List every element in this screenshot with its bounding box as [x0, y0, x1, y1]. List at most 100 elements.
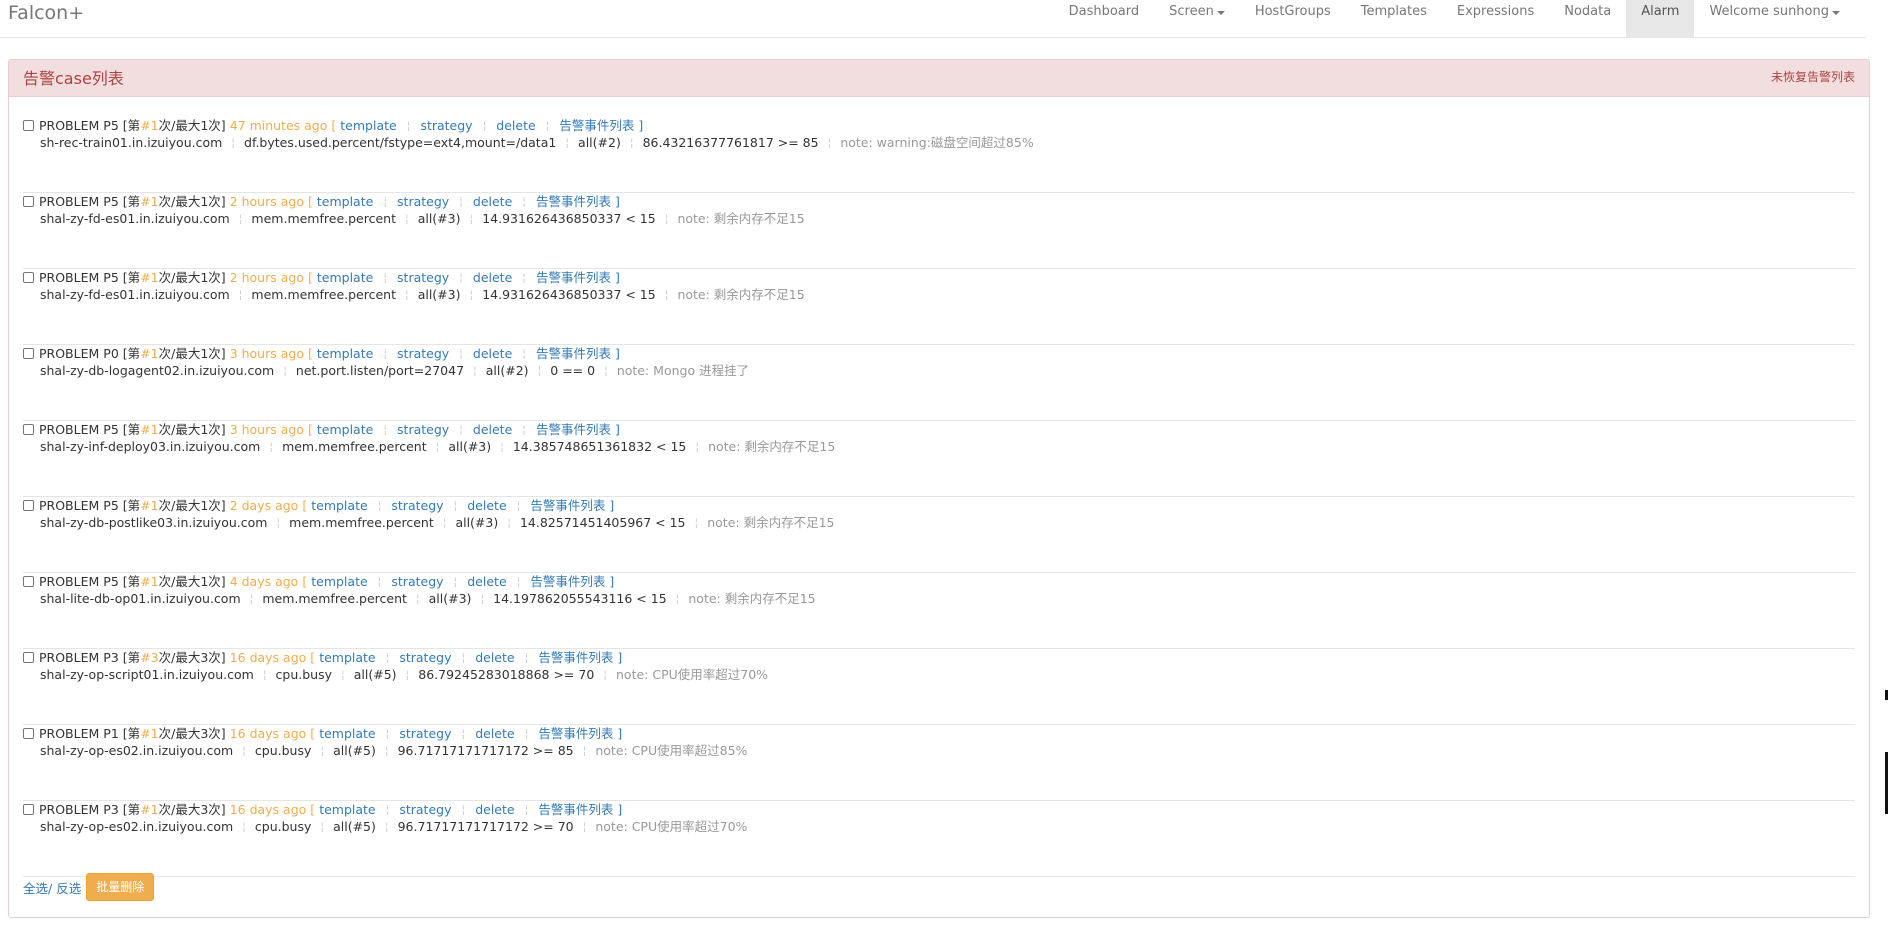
- alarm-condition: 14.931626436850337 < 15: [482, 287, 656, 302]
- select-all-link[interactable]: 全选/: [23, 878, 52, 897]
- strategy-link[interactable]: strategy: [397, 269, 449, 286]
- alarm-checkbox[interactable]: [23, 424, 34, 435]
- strategy-link[interactable]: strategy: [399, 649, 451, 666]
- delete-link[interactable]: delete: [473, 421, 512, 438]
- template-link[interactable]: template: [317, 193, 373, 210]
- separator: ¦: [377, 499, 382, 512]
- alarm-checkbox[interactable]: [23, 196, 34, 207]
- delete-link[interactable]: delete: [473, 269, 512, 286]
- count-suffix: 次]: [208, 802, 226, 817]
- template-link[interactable]: template: [311, 497, 367, 514]
- separator: ¦: [524, 727, 529, 740]
- strategy-link[interactable]: strategy: [420, 117, 472, 134]
- alarm-time: 2 hours ago: [229, 270, 304, 285]
- alarm-detail-line: shal-zy-fd-es01.in.izuiyou.com ¦ mem.mem…: [40, 210, 805, 227]
- separator: ¦: [516, 575, 521, 588]
- alarm-checkbox[interactable]: [23, 120, 34, 131]
- template-link[interactable]: template: [319, 801, 375, 818]
- delete-link[interactable]: delete: [473, 193, 512, 210]
- alarm-checkbox[interactable]: [23, 348, 34, 359]
- separator: ¦: [482, 119, 487, 132]
- alarm-current-count: #1: [140, 574, 159, 589]
- nav-user-dropdown[interactable]: Welcome sunhong: [1694, 0, 1866, 38]
- alarm-note: note: 剩余内存不足15: [677, 287, 805, 302]
- delete-link[interactable]: delete: [496, 117, 535, 134]
- delete-link[interactable]: delete: [475, 725, 514, 742]
- alarm-checkbox[interactable]: [23, 576, 34, 587]
- strategy-link[interactable]: strategy: [397, 421, 449, 438]
- template-link[interactable]: template: [319, 725, 375, 742]
- alarm-function: all(#3): [448, 439, 492, 454]
- alarm-detail-line: shal-zy-op-es02.in.izuiyou.com ¦ cpu.bus…: [40, 818, 747, 835]
- alarm-events-link[interactable]: 告警事件列表: [538, 801, 613, 818]
- separator: ¦: [384, 744, 389, 757]
- alarm-checkbox[interactable]: [23, 500, 34, 511]
- delete-link[interactable]: delete: [467, 573, 506, 590]
- nav-dashboard[interactable]: Dashboard: [1054, 0, 1155, 38]
- nav-alarm[interactable]: Alarm: [1626, 0, 1695, 38]
- strategy-link[interactable]: strategy: [391, 497, 443, 514]
- alarm-events-link[interactable]: 告警事件列表: [559, 117, 634, 134]
- alarm-events-link[interactable]: 告警事件列表: [536, 269, 611, 286]
- caret-down-icon: [1832, 11, 1840, 15]
- alarm-events-link[interactable]: 告警事件列表: [536, 421, 611, 438]
- strategy-link[interactable]: strategy: [397, 193, 449, 210]
- separator: ¦: [283, 364, 287, 377]
- count-mid: 次/最大: [158, 498, 201, 513]
- alarm-events-link[interactable]: 告警事件列表: [530, 573, 605, 590]
- nav-screen-dropdown[interactable]: Screen: [1154, 0, 1240, 38]
- template-link[interactable]: template: [340, 117, 396, 134]
- strategy-link[interactable]: strategy: [399, 725, 451, 742]
- invert-selection-link[interactable]: 反选: [56, 878, 81, 897]
- alarm-events-link[interactable]: 告警事件列表: [538, 725, 613, 742]
- batch-delete-button[interactable]: 批量删除: [86, 873, 155, 901]
- alarm-checkbox[interactable]: [23, 804, 34, 815]
- alarm-max-count: 1: [200, 194, 209, 209]
- alarm-checkbox[interactable]: [23, 652, 34, 663]
- bracket-open: [: [302, 498, 308, 513]
- strategy-link[interactable]: strategy: [397, 345, 449, 362]
- nav-expressions[interactable]: Expressions: [1442, 0, 1549, 38]
- alarm-checkbox[interactable]: [23, 272, 34, 283]
- template-link[interactable]: template: [317, 421, 373, 438]
- alarm-condition: 96.71717171717172 >= 85: [397, 743, 574, 758]
- alarm-events-link[interactable]: 告警事件列表: [530, 497, 605, 514]
- alarm-priority: P5: [103, 194, 119, 209]
- alarm-time: 4 days ago: [229, 574, 299, 589]
- alarm-max-count: 1: [200, 270, 209, 285]
- alarm-events-link[interactable]: 告警事件列表: [538, 649, 613, 666]
- alarm-time: 2 hours ago: [229, 194, 304, 209]
- separator: ¦: [453, 575, 458, 588]
- nav-nodata[interactable]: Nodata: [1549, 0, 1626, 38]
- delete-link[interactable]: delete: [475, 801, 514, 818]
- alarm-events-link[interactable]: 告警事件列表: [536, 345, 611, 362]
- alarm-time: 16 days ago: [229, 726, 307, 741]
- template-link[interactable]: template: [317, 345, 373, 362]
- delete-link[interactable]: delete: [475, 649, 514, 666]
- alarm-events-link[interactable]: 告警事件列表: [536, 193, 611, 210]
- count-prefix: [第: [122, 118, 141, 133]
- alarm-checkbox[interactable]: [23, 728, 34, 739]
- delete-link[interactable]: delete: [467, 497, 506, 514]
- strategy-link[interactable]: strategy: [391, 573, 443, 590]
- count-suffix: 次]: [208, 194, 226, 209]
- nav-templates[interactable]: Templates: [1346, 0, 1442, 38]
- strategy-link[interactable]: strategy: [399, 801, 451, 818]
- unrecovered-alarms-link[interactable]: 未恢复告警列表: [1771, 69, 1855, 85]
- alarm-row: PROBLEM P5 [第 #1 次/最大 1 次] 2 hours ago […: [23, 269, 1855, 345]
- bracket-close: ]: [615, 422, 620, 437]
- template-link[interactable]: template: [319, 649, 375, 666]
- brand-logo[interactable]: Falcon+: [8, 1, 84, 25]
- separator: ¦: [459, 195, 463, 208]
- separator: ¦: [276, 516, 281, 529]
- separator: ¦: [383, 271, 388, 284]
- template-link[interactable]: template: [317, 269, 373, 286]
- nav-hostgroups[interactable]: HostGroups: [1240, 0, 1346, 38]
- separator: ¦: [453, 499, 458, 512]
- alarm-host: shal-zy-db-logagent02.in.izuiyou.com: [40, 363, 275, 378]
- alarm-metric: mem.memfree.percent: [251, 287, 396, 302]
- template-link[interactable]: template: [311, 573, 367, 590]
- alarm-row: PROBLEM P5 [第 #1 次/最大 1 次] 47 minutes ag…: [23, 117, 1855, 193]
- delete-link[interactable]: delete: [473, 345, 512, 362]
- alarm-host: shal-zy-fd-es01.in.izuiyou.com: [40, 211, 230, 226]
